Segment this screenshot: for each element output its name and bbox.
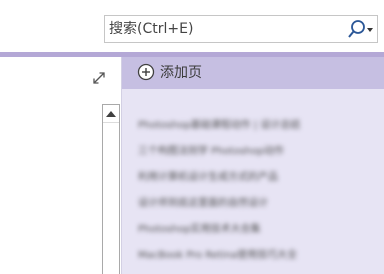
chevron-down-icon	[367, 28, 373, 32]
search-button[interactable]	[341, 19, 377, 40]
page-list-item[interactable]: 三个构图法则学 Photoshop动作	[138, 141, 378, 163]
page-list-item[interactable]: 利用计算机设计生成方式的产品	[138, 167, 378, 189]
search-box[interactable]	[104, 15, 378, 43]
add-page-button[interactable]: 添加页	[122, 57, 384, 89]
search-icon	[348, 20, 373, 38]
page-list-item[interactable]: 设计师到底这里面的自然设计	[138, 193, 378, 215]
expand-diagonal-icon	[93, 72, 105, 84]
add-page-label: 添加页	[160, 65, 202, 81]
expand-button[interactable]	[92, 71, 106, 85]
plus-circle-icon	[136, 62, 156, 82]
page-list: Photoshop基础课程动作 | 设计总结 三个构图法则学 Photoshop…	[122, 89, 384, 274]
triangle-up-icon	[106, 111, 116, 117]
search-input[interactable]	[107, 18, 339, 40]
page-list-item[interactable]: Photoshop实用技术大合集	[138, 219, 378, 241]
page-list-item[interactable]: MacBook Pro Retina使用技巧大全	[138, 245, 378, 267]
page-list-item[interactable]: Photoshop基础课程动作 | 设计总结	[138, 115, 378, 137]
scroll-up-button[interactable]	[103, 105, 119, 123]
vertical-scrollbar[interactable]	[102, 104, 120, 274]
pages-panel: 添加页 Photoshop基础课程动作 | 设计总结 三个构图法则学 Photo…	[122, 57, 384, 274]
